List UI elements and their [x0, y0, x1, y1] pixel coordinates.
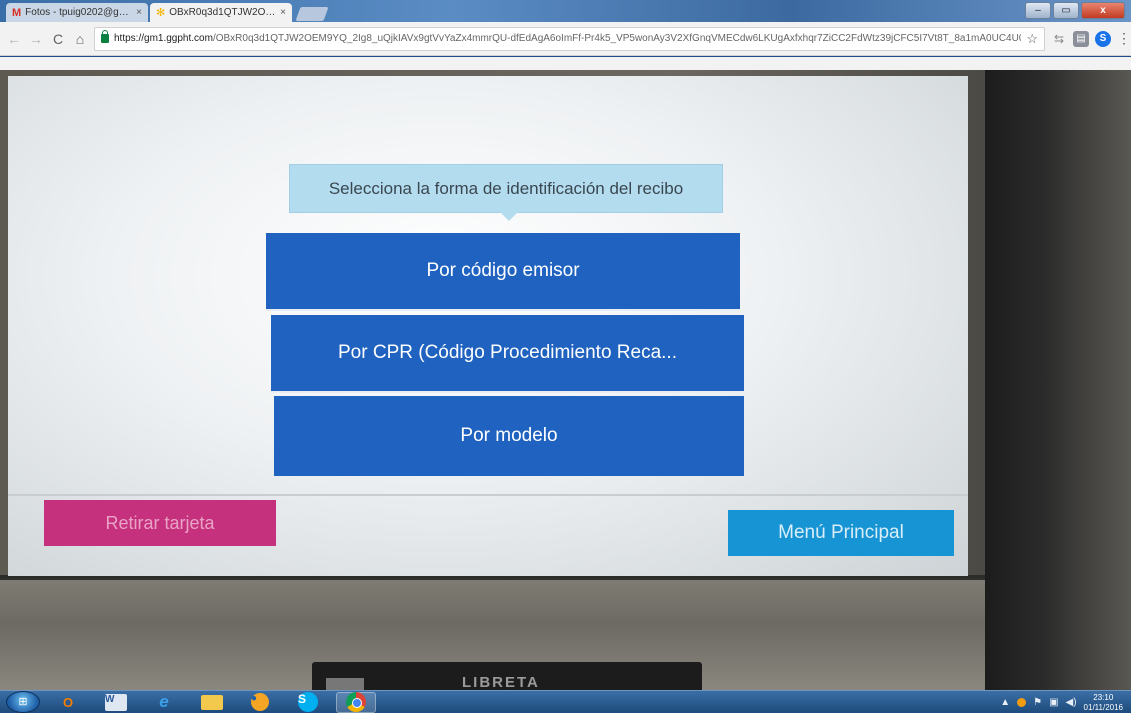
word-icon: W [105, 693, 127, 711]
atm-screen: Selecciona la forma de identificación de… [8, 76, 968, 576]
lock-icon [101, 30, 109, 43]
paint-icon: ● [251, 693, 269, 711]
volume-icon[interactable]: ◀) [1066, 697, 1077, 708]
taskbar-skype[interactable]: S [288, 692, 328, 713]
reload-button[interactable]: C [50, 31, 66, 47]
clock-date: 01/11/2016 [1083, 702, 1123, 712]
back-button[interactable]: ← [6, 31, 22, 47]
close-window-button[interactable]: x [1081, 2, 1125, 19]
extension-icon[interactable]: ▤ [1073, 30, 1089, 47]
bookmark-bar [0, 57, 1131, 70]
tray-expand-icon[interactable]: ▲ [1000, 697, 1010, 708]
atm-bezel-right [985, 70, 1131, 690]
skype-extension-icon[interactable]: S [1095, 30, 1111, 47]
chrome-icon [346, 692, 366, 712]
forward-button[interactable]: → [28, 31, 44, 47]
tab-fotos[interactable]: M Fotos - tpuig0202@gma × [6, 3, 148, 22]
taskbar-chrome[interactable] [336, 691, 376, 713]
atm-photo: Selecciona la forma de identificación de… [0, 70, 1131, 690]
retirar-tarjeta-button[interactable]: Retirar tarjeta [44, 500, 276, 546]
option-cpr[interactable]: Por CPR (Código Procedimiento Reca... [271, 315, 744, 393]
clock[interactable]: 23:10 01/11/2016 [1084, 693, 1123, 713]
window-controls: – ▭ x [1025, 2, 1125, 19]
option-modelo[interactable]: Por modelo [274, 396, 744, 476]
network-icon[interactable]: ▣ [1049, 697, 1058, 708]
outlook-icon: O [62, 694, 74, 710]
home-button[interactable]: ⌂ [72, 31, 88, 47]
url-text: https://gm1.ggpht.com/OBxR0q3d1QTJW2OEM9… [114, 33, 1021, 44]
taskbar-ie[interactable]: e [144, 692, 184, 713]
photos-icon: ✻ [156, 7, 166, 19]
clock-time: 23:10 [1093, 692, 1114, 702]
tab-label: Fotos - tpuig0202@gma [25, 7, 133, 18]
taskbar: ⊞ O W e ● S ▲ ⚑ ▣ ◀) 23:10 01/11/2016 [0, 690, 1131, 713]
tab-image[interactable]: ✻ OBxR0q3d1QTJW2OEM × [150, 3, 292, 22]
ie-icon: e [159, 692, 169, 711]
start-button[interactable]: ⊞ [6, 691, 40, 713]
gmail-icon: M [12, 6, 22, 19]
taskbar-explorer[interactable] [192, 692, 232, 713]
option-codigo-emisor[interactable]: Por código emisor [266, 233, 740, 311]
taskbar-outlook[interactable]: O [48, 692, 88, 713]
libreta-label: LIBRETA [462, 674, 540, 690]
bookmark-star-icon[interactable]: ☆ [1026, 31, 1038, 47]
taskbar-paint[interactable]: ● [240, 692, 280, 713]
taskbar-word[interactable]: W [96, 692, 136, 713]
browser-menu-button[interactable]: ⋮ [1117, 30, 1131, 47]
tab-label: OBxR0q3d1QTJW2OEM [169, 7, 277, 18]
skype-icon: S [298, 692, 318, 712]
flag-icon[interactable]: ⚑ [1033, 697, 1042, 708]
atm-prompt: Selecciona la forma de identificación de… [289, 164, 723, 221]
extension-icon[interactable]: ⇆ [1051, 31, 1067, 47]
maximize-button[interactable]: ▭ [1053, 2, 1079, 19]
minimize-button[interactable]: – [1025, 2, 1051, 19]
browser-titlebar: M Fotos - tpuig0202@gma × ✻ OBxR0q3d1QTJ… [0, 0, 1131, 22]
tray-app-icon[interactable] [1017, 698, 1027, 707]
address-bar[interactable]: https://gm1.ggpht.com/OBxR0q3d1QTJW2OEM9… [94, 26, 1045, 51]
close-icon[interactable]: × [136, 7, 142, 18]
browser-toolbar: ← → C ⌂ https://gm1.ggpht.com/OBxR0q3d1Q… [0, 22, 1131, 56]
explorer-icon [201, 694, 223, 710]
system-tray: ▲ ⚑ ▣ ◀) 23:10 01/11/2016 [1000, 691, 1123, 713]
new-tab-button[interactable] [295, 7, 329, 21]
close-icon[interactable]: × [280, 7, 286, 18]
menu-principal-button[interactable]: Menú Principal [728, 510, 954, 556]
libreta-lamp [326, 678, 364, 690]
divider [8, 494, 968, 496]
